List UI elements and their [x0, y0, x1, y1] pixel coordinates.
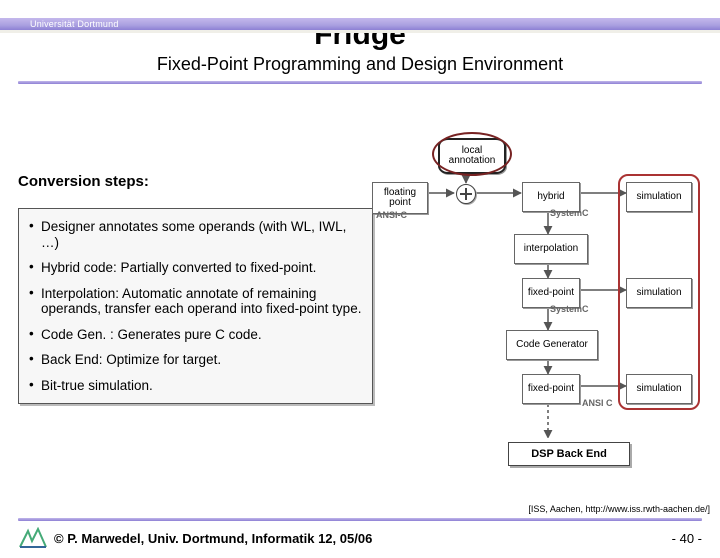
- box-label: fixed-point: [528, 384, 574, 395]
- footer-logo-icon: [18, 527, 48, 549]
- box-label: interpolation: [524, 244, 578, 255]
- topbar-lower-strip: [0, 30, 720, 33]
- lang-label-systemc-2: SystemC: [550, 304, 589, 314]
- highlight-frame-simulation: [618, 174, 700, 410]
- bullet-text: Bit-true simulation.: [41, 378, 153, 393]
- box-label: DSP Back End: [531, 448, 607, 460]
- footer-copyright: © P. Marwedel, Univ. Dortmund, Informati…: [54, 531, 372, 546]
- box-dsp-back-end: DSP Back End: [508, 442, 630, 466]
- footer-bar: © P. Marwedel, Univ. Dortmund, Informati…: [18, 526, 702, 550]
- list-item: Interpolation: Automatic annotate of rem…: [27, 282, 364, 323]
- flow-diagram: local annotation floating point ANSI-C h…: [366, 138, 706, 438]
- bullet-text: Interpolation: Automatic annotate of rem…: [41, 286, 361, 317]
- box-label: hybrid: [537, 192, 564, 203]
- list-item: Designer annotates some operands (with W…: [27, 215, 364, 256]
- box-fixed-point-2: fixed-point: [522, 374, 580, 404]
- title-divider: [18, 81, 702, 84]
- box-interpolation: interpolation: [514, 234, 588, 264]
- list-item: Bit-true simulation.: [27, 374, 364, 400]
- footer-page-number: - 40 -: [672, 531, 702, 546]
- bullet-text: Back End: Optimize for target.: [41, 352, 221, 367]
- list-item: Back End: Optimize for target.: [27, 348, 364, 374]
- institution-label: Universität Dortmund: [30, 19, 119, 29]
- lang-label-ansi-c-2: ANSI C: [582, 398, 613, 408]
- box-label: fixed-point: [528, 288, 574, 299]
- lang-label-ansi-c: ANSI-C: [376, 210, 407, 220]
- section-heading: Conversion steps:: [18, 173, 373, 190]
- list-item: Code Gen. : Generates pure C code.: [27, 323, 364, 349]
- sum-node-icon: [456, 184, 476, 204]
- box-local-annotation: local annotation: [438, 138, 506, 174]
- bullet-panel: Designer annotates some operands (with W…: [18, 208, 373, 404]
- content-column: Conversion steps: Designer annotates som…: [18, 173, 373, 404]
- page-subtitle: Fixed-Point Programming and Design Envir…: [0, 54, 720, 75]
- image-credit: [ISS, Aachen, http://www.iss.rwth-aachen…: [528, 504, 710, 514]
- lang-label-systemc-1: SystemC: [550, 208, 589, 218]
- footer-divider: [18, 518, 702, 521]
- box-label: local annotation: [442, 146, 502, 167]
- topbar: Universität Dortmund: [0, 18, 720, 30]
- bullet-text: Hybrid code: Partially converted to fixe…: [41, 260, 316, 275]
- box-label: floating point: [375, 188, 425, 209]
- bullet-list: Designer annotates some operands (with W…: [27, 215, 364, 399]
- bullet-text: Designer annotates some operands (with W…: [41, 219, 346, 250]
- list-item: Hybrid code: Partially converted to fixe…: [27, 256, 364, 282]
- box-label: Code Generator: [516, 340, 588, 351]
- bullet-text: Code Gen. : Generates pure C code.: [41, 327, 262, 342]
- box-code-generator: Code Generator: [506, 330, 598, 360]
